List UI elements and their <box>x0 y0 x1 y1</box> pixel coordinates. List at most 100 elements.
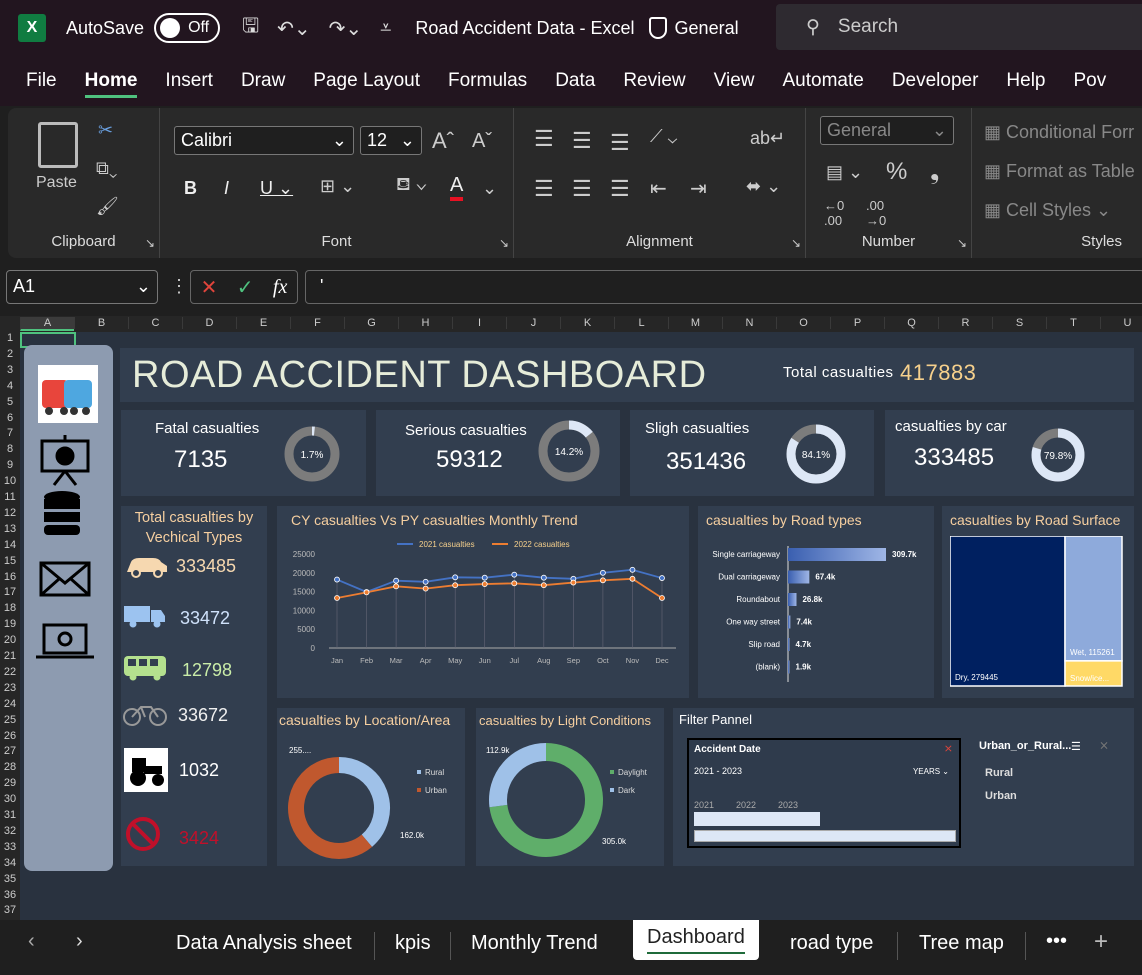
mail-icon[interactable] <box>39 561 91 597</box>
grow-font-icon[interactable]: Aˆ <box>432 128 454 154</box>
row-header[interactable]: 7 <box>0 427 20 443</box>
row-header[interactable]: 5 <box>0 396 20 412</box>
format-painter-icon[interactable]: 🖌 <box>96 196 119 217</box>
row-header[interactable]: 8 <box>0 443 20 459</box>
italic-icon[interactable]: I <box>224 178 229 199</box>
menu-help[interactable]: Help <box>1006 70 1045 92</box>
name-box[interactable]: A1 ⌄ <box>6 270 158 304</box>
comma-style-icon[interactable]: ❟ <box>930 158 939 186</box>
clear-filter-icon[interactable]: ⨯ <box>944 742 953 755</box>
accounting-format-icon[interactable]: ▤ ⌄ <box>826 162 863 183</box>
decrease-decimal-icon[interactable]: .00 →0 <box>866 198 886 228</box>
database-icon[interactable] <box>44 491 80 535</box>
row-header[interactable]: 27 <box>0 745 20 761</box>
row-header[interactable]: 36 <box>0 889 20 905</box>
tab-kpis[interactable]: kpis <box>395 932 431 955</box>
clear-filter-icon[interactable]: ⨯ <box>1099 738 1109 752</box>
add-sheet-icon[interactable]: + <box>1094 928 1108 956</box>
sensitivity-label[interactable]: General <box>675 18 739 39</box>
slicer-unit[interactable]: YEARS ⌄ <box>913 767 949 776</box>
row-header[interactable]: 6 <box>0 412 20 428</box>
save-icon[interactable]: 🖫 <box>242 11 259 45</box>
row-header[interactable]: 28 <box>0 761 20 777</box>
urban-rural-item[interactable]: Urban <box>985 790 1017 802</box>
formula-input[interactable]: ' <box>305 270 1142 304</box>
tab-data-analysis[interactable]: Data Analysis sheet <box>176 932 352 955</box>
more-icon[interactable]: ⋮ <box>170 276 188 297</box>
row-header[interactable]: 23 <box>0 682 20 698</box>
redo-icon[interactable]: ↷⌄ <box>329 16 363 41</box>
menu-power-pivot[interactable]: Pov <box>1074 70 1107 92</box>
urban-rural-item[interactable]: Rural <box>985 767 1013 779</box>
font-launcher-icon[interactable]: ↘ <box>499 236 509 250</box>
customize-qat-icon[interactable]: ⩡ <box>380 17 391 40</box>
row-header[interactable]: 15 <box>0 555 20 571</box>
tab-dashboard[interactable]: Dashboard <box>633 920 759 960</box>
row-header[interactable]: 29 <box>0 777 20 793</box>
tab-monthly-trend[interactable]: Monthly Trend <box>471 932 598 955</box>
column-header[interactable]: O <box>776 317 830 329</box>
increase-indent-icon[interactable]: ⇥ <box>690 176 707 201</box>
row-header[interactable]: 12 <box>0 507 20 523</box>
search-box[interactable]: ⚲ Search <box>776 4 1142 50</box>
row-header[interactable]: 33 <box>0 841 20 857</box>
presentation-icon[interactable] <box>40 435 90 486</box>
borders-icon[interactable]: ⊞ ⌄ <box>320 176 355 197</box>
menu-draw[interactable]: Draw <box>241 70 285 92</box>
row-header[interactable]: 25 <box>0 714 20 730</box>
row-header[interactable]: 1 <box>0 332 20 348</box>
row-header[interactable]: 35 <box>0 873 20 889</box>
align-center-icon[interactable]: ☰ <box>572 176 592 202</box>
menu-insert[interactable]: Insert <box>165 70 213 92</box>
column-header[interactable]: C <box>128 317 182 329</box>
row-header[interactable]: 17 <box>0 586 20 602</box>
wrap-text-icon[interactable]: ab↵ <box>750 128 785 149</box>
date-slicer[interactable]: Accident Date ⨯ 2021 - 2023 YEARS ⌄ 2021… <box>687 738 961 848</box>
number-format-dropdown[interactable]: General ⌄ <box>820 116 954 145</box>
align-right-icon[interactable]: ☰ <box>610 176 630 202</box>
paste-icon[interactable] <box>38 122 78 168</box>
row-header[interactable]: 3 <box>0 364 20 380</box>
row-header[interactable]: 21 <box>0 650 20 666</box>
row-header[interactable]: 22 <box>0 666 20 682</box>
row-header[interactable]: 14 <box>0 539 20 555</box>
row-header[interactable]: 2 <box>0 348 20 364</box>
insert-function-icon[interactable]: fx <box>273 276 287 299</box>
menu-page-layout[interactable]: Page Layout <box>313 70 420 92</box>
column-header[interactable]: T <box>1046 317 1100 329</box>
fill-color-icon[interactable]: ⛾ ⌄ <box>396 174 427 198</box>
conditional-formatting-button[interactable]: ▦ Conditional Forr <box>984 122 1134 143</box>
column-header[interactable]: M <box>668 317 722 329</box>
merge-center-icon[interactable]: ⬌ ⌄ <box>746 176 781 197</box>
column-header[interactable]: U <box>1100 317 1142 329</box>
cut-icon[interactable]: ✂ <box>98 120 113 141</box>
row-header[interactable]: 26 <box>0 730 20 746</box>
format-as-table-button[interactable]: ▦ Format as Table <box>984 161 1135 182</box>
align-left-icon[interactable]: ☰ <box>534 176 554 202</box>
menu-formulas[interactable]: Formulas <box>448 70 527 92</box>
row-header[interactable]: 4 <box>0 380 20 396</box>
row-header[interactable]: 20 <box>0 634 20 650</box>
row-header[interactable]: 19 <box>0 618 20 634</box>
menu-developer[interactable]: Developer <box>892 70 979 92</box>
menu-home[interactable]: Home <box>84 70 137 98</box>
column-header[interactable]: P <box>830 317 884 329</box>
number-launcher-icon[interactable]: ↘ <box>957 236 967 250</box>
menu-review[interactable]: Review <box>623 70 685 92</box>
shrink-font-icon[interactable]: Aˇ <box>472 130 492 153</box>
slicer-selected-range[interactable] <box>694 812 820 826</box>
column-header[interactable]: A <box>20 317 74 331</box>
tab-tree-map[interactable]: Tree map <box>919 932 1004 955</box>
menu-data[interactable]: Data <box>555 70 595 92</box>
column-header[interactable]: H <box>398 317 452 329</box>
column-header[interactable]: S <box>992 317 1046 329</box>
enter-icon[interactable]: ✓ <box>237 275 254 300</box>
column-header[interactable]: Q <box>884 317 938 329</box>
column-header[interactable]: G <box>344 317 398 329</box>
alignment-launcher-icon[interactable]: ↘ <box>791 236 801 250</box>
align-top-icon[interactable]: ☰ <box>534 126 554 152</box>
row-header[interactable]: 32 <box>0 825 20 841</box>
row-header[interactable]: 9 <box>0 459 20 475</box>
row-header[interactable]: 30 <box>0 793 20 809</box>
row-header[interactable]: 10 <box>0 475 20 491</box>
